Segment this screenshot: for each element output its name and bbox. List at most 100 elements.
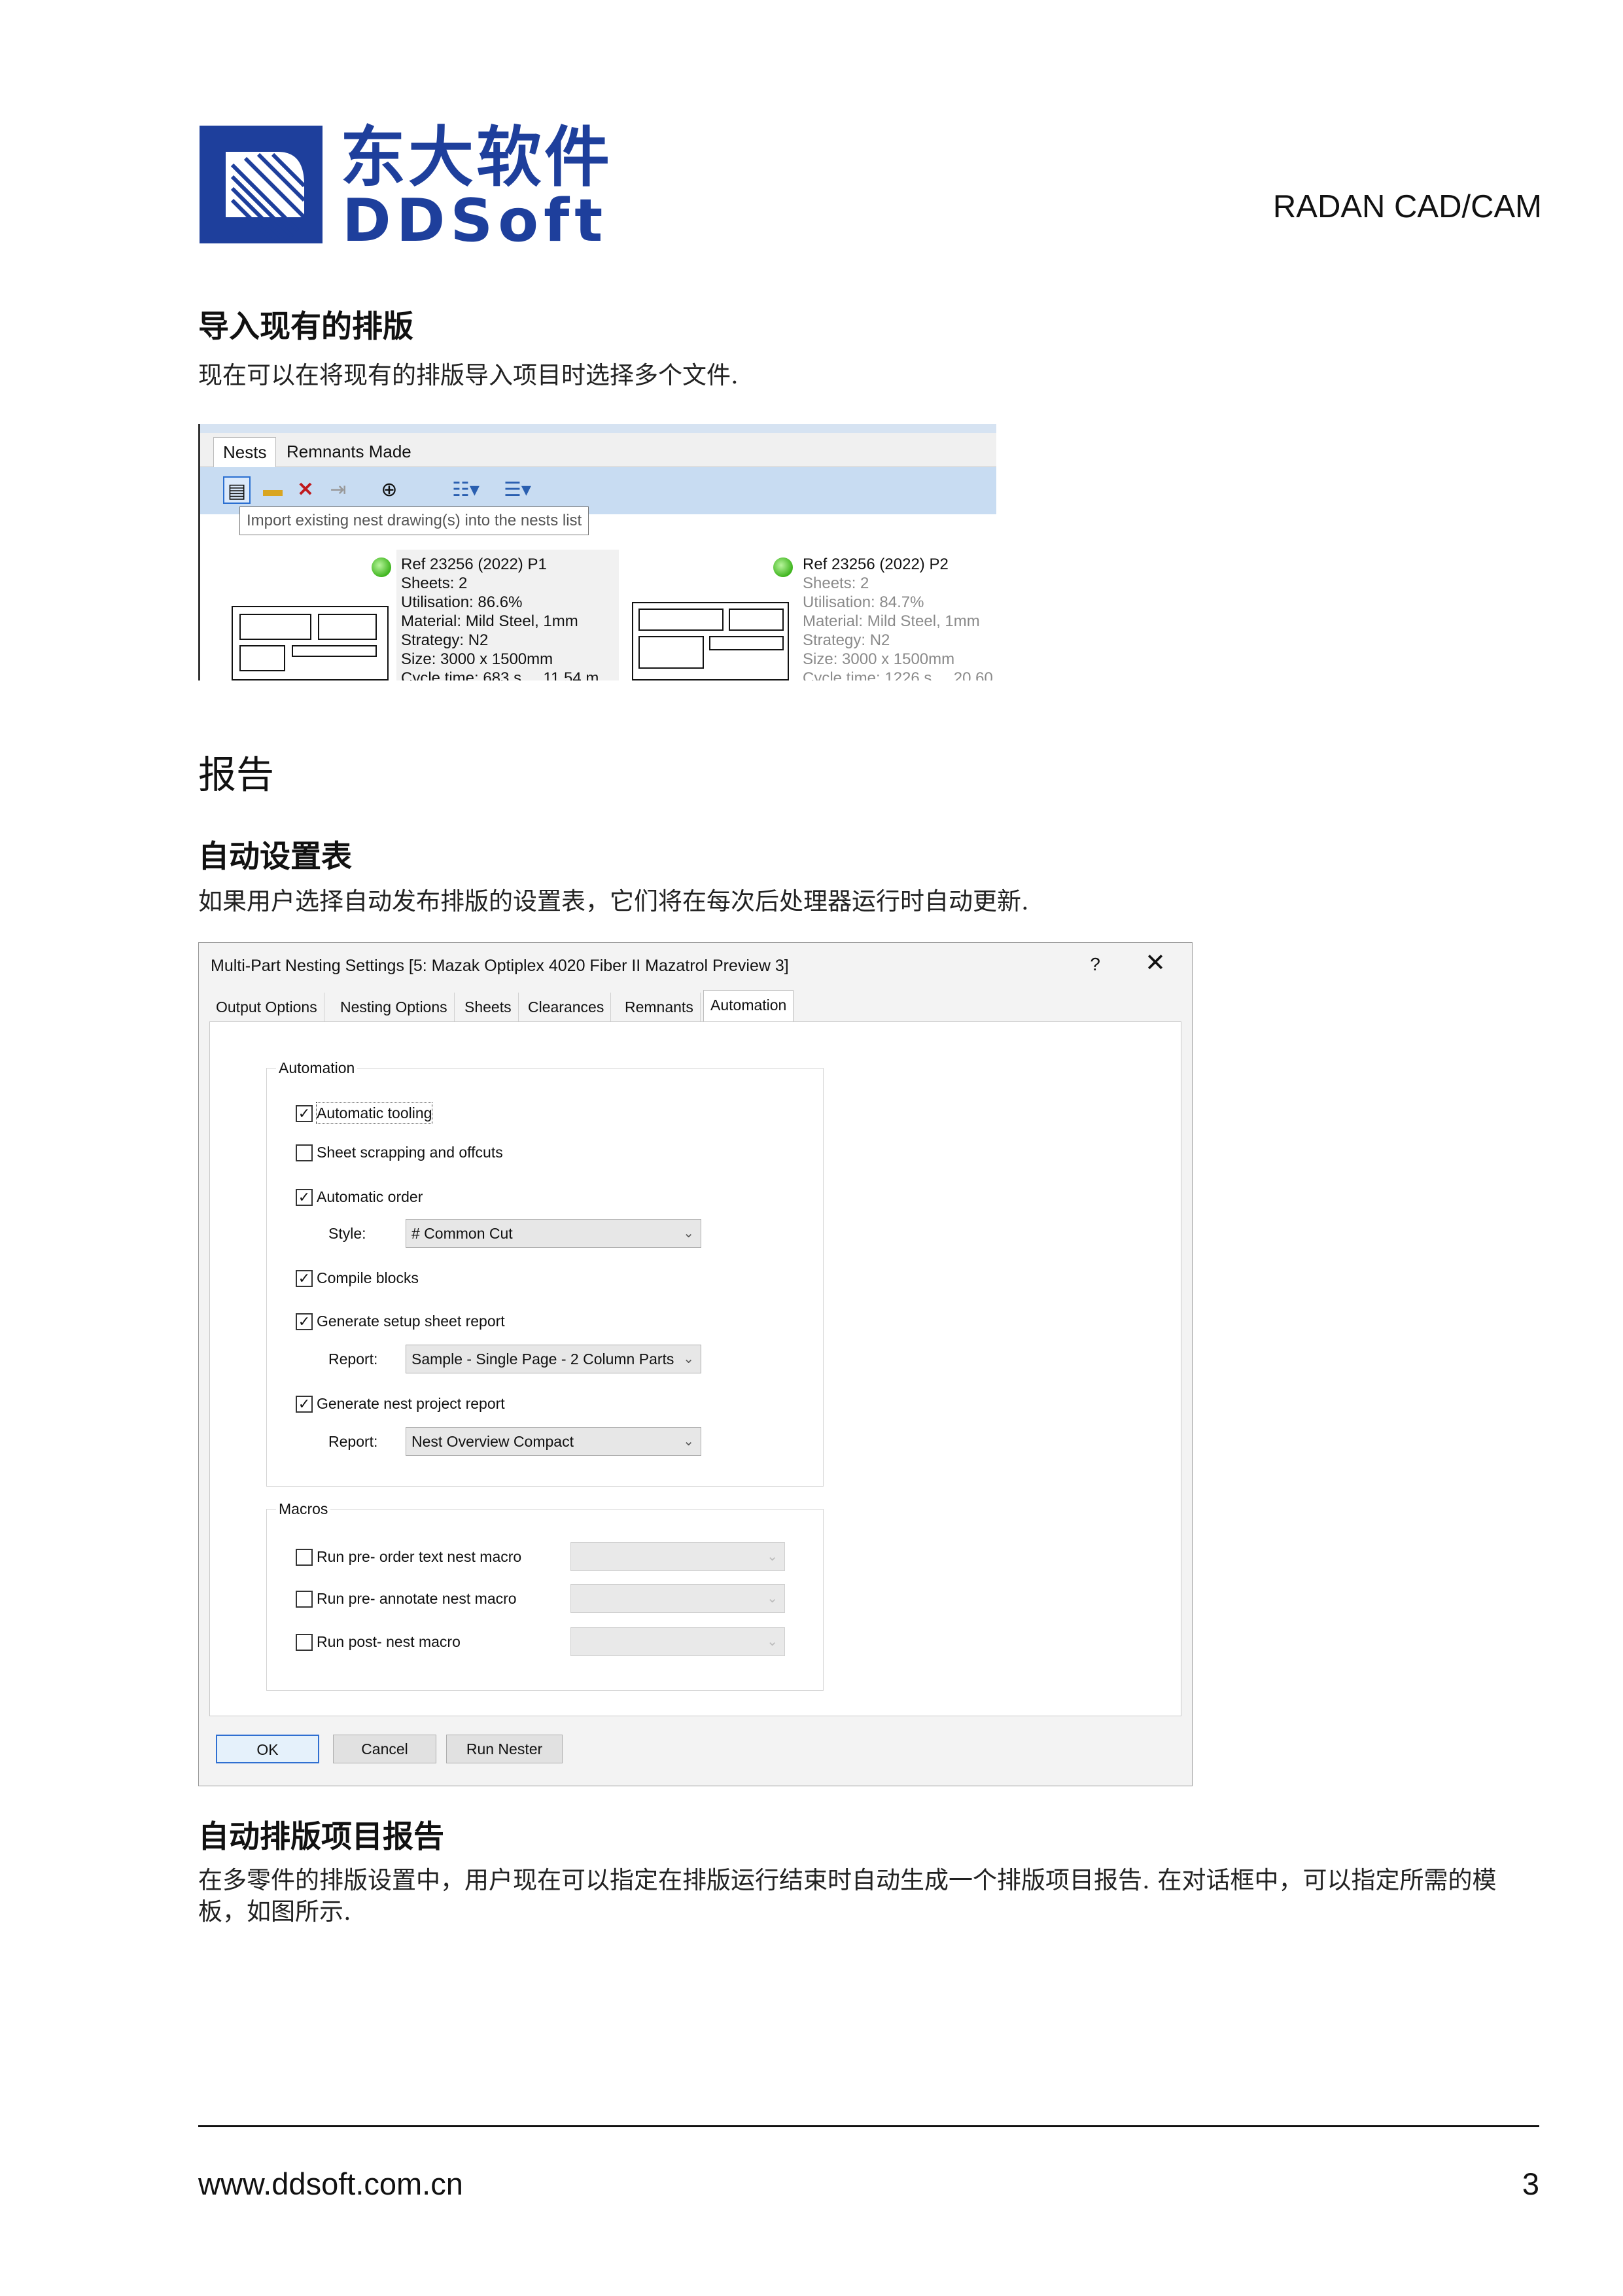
tab-automation[interactable]: Automation (703, 990, 794, 1021)
list-view-icon[interactable]: ☷▾ (446, 476, 485, 504)
sheet-scrapping-checkbox[interactable]: Sheet scrapping and offcuts (296, 1142, 623, 1163)
macros-group-label: Macros (276, 1499, 331, 1519)
setup-report-select[interactable]: Sample - Single Page - 2 Column Parts ⌄ (406, 1345, 701, 1373)
nest-ref: Ref 23256 (2022) P2 (803, 556, 949, 573)
section-text-auto-setup-sheet: 如果用户选择自动发布排版的设置表，它们将在每次后处理器运行时自动更新. (198, 887, 1029, 915)
tab-nesting-options[interactable]: Nesting Options (334, 993, 455, 1021)
checkbox-label: Run pre- annotate nest macro (317, 1590, 517, 1607)
pre-annotate-macro-select[interactable]: ⌄ (570, 1584, 785, 1613)
style-select-value: # Common Cut (411, 1225, 513, 1242)
section-heading-reports: 报告 (198, 752, 275, 797)
chevron-down-icon: ⌄ (767, 1634, 778, 1649)
post-nest-macro-checkbox[interactable]: Run post- nest macro (296, 1631, 570, 1652)
post-nest-macro-select[interactable]: ⌄ (570, 1627, 785, 1656)
nest-size: Size: 3000 x 1500mm (401, 650, 553, 668)
nest-project-report-checkbox[interactable]: ✓ Generate nest project report (296, 1393, 623, 1414)
checkbox-label: Generate nest project report (317, 1395, 505, 1412)
nest-utilisation: Utilisation: 86.6% (401, 593, 523, 611)
tab-remnants-made[interactable]: Remnants Made (277, 437, 421, 467)
nest-card-2[interactable]: Ref 23256 (2022) P2 Sheets: 2 Utilisatio… (773, 555, 996, 680)
nest-utilisation: Utilisation: 84.7% (803, 593, 924, 611)
pre-annotate-macro-checkbox[interactable]: Run pre- annotate nest macro (296, 1588, 570, 1609)
chevron-down-icon: ⌄ (683, 1434, 694, 1449)
tab-clearances[interactable]: Clearances (521, 993, 612, 1021)
footer-website[interactable]: www.ddsoft.com.cn (198, 2166, 463, 2202)
section-heading-auto-nest-report: 自动排版项目报告 (198, 1819, 444, 1855)
chevron-down-icon: ⌄ (683, 1226, 694, 1241)
nests-panel-tabs: Nests Remnants Made (200, 433, 996, 467)
help-button[interactable]: ? (1090, 953, 1100, 976)
chevron-down-icon: ⌄ (767, 1549, 778, 1564)
ddsoft-logo: 东大软件 DDSoft (200, 124, 610, 255)
tab-nests[interactable]: Nests (213, 437, 277, 467)
nest-material: Material: Mild Steel, 1mm (803, 612, 980, 630)
export-icon[interactable]: ⇥ (324, 476, 352, 504)
nest-status-green-icon (773, 557, 793, 577)
style-select[interactable]: # Common Cut ⌄ (406, 1219, 701, 1248)
checkbox-label: Compile blocks (317, 1269, 419, 1286)
header-product-name: RADAN CAD/CAM (1272, 189, 1542, 224)
nest-sheets: Sheets: 2 (803, 574, 869, 592)
nest-thumbnail-1 (232, 606, 389, 680)
chevron-down-icon: ⌄ (683, 1352, 694, 1366)
nest-cycle-time: Cycle time: 683 s ... 11.54 m (401, 669, 599, 680)
pre-order-macro-checkbox[interactable]: Run pre- order text nest macro (296, 1546, 570, 1567)
automation-group: Automation ✓ Automatic tooling Sheet scr… (266, 1058, 824, 1487)
setup-report-select-value: Sample - Single Page - 2 Column Parts (411, 1351, 674, 1368)
nest-report-select-value: Nest Overview Compact (411, 1433, 574, 1450)
checkbox-label: Run post- nest macro (317, 1633, 461, 1650)
open-folder-icon[interactable]: ▬ (259, 476, 287, 504)
section-text-auto-nest-report: 在多零件的排版设置中，用户现在可以指定在排版运行结束时自动生成一个排版项目报告.… (198, 1866, 1497, 1926)
automatic-tooling-checkbox[interactable]: ✓ Automatic tooling (296, 1102, 557, 1124)
close-icon[interactable]: ✕ (1145, 949, 1166, 977)
setup-sheet-report-checkbox[interactable]: ✓ Generate setup sheet report (296, 1311, 623, 1332)
compile-blocks-checkbox[interactable]: ✓ Compile blocks (296, 1267, 557, 1288)
checkbox-checked-icon[interactable]: ✓ (296, 1396, 313, 1413)
automation-group-label: Automation (276, 1058, 358, 1078)
chevron-down-icon: ⌄ (767, 1591, 778, 1606)
logo-english-name: DDSoft (342, 186, 608, 255)
ok-button[interactable]: OK (216, 1735, 319, 1763)
setup-report-label: Report: (328, 1351, 378, 1368)
target-icon[interactable]: ⊕ (375, 476, 403, 504)
nest-card-1[interactable]: Ref 23256 (2022) P1 Sheets: 2 Utilisatio… (372, 555, 620, 680)
nest-ref: Ref 23256 (2022) P1 (401, 556, 547, 573)
logo-chinese-name: 东大软件 (340, 118, 612, 196)
checkbox-label: Automatic tooling (315, 1102, 433, 1124)
checkbox-checked-icon[interactable]: ✓ (296, 1105, 313, 1122)
automatic-order-checkbox[interactable]: ✓ Automatic order (296, 1186, 557, 1207)
nest-thumbnail-2 (632, 602, 789, 680)
import-tooltip: Import existing nest drawing(s) into the… (239, 506, 589, 535)
delete-icon[interactable]: ✕ (292, 476, 319, 504)
nest-strategy: Strategy: N2 (803, 631, 890, 649)
automation-tab-panel: Automation ✓ Automatic tooling Sheet scr… (209, 1021, 1181, 1716)
nests-panel-screenshot: Nests Remnants Made ▤ ▬ ✕ ⇥ ⊕ ☷▾ ☰▾ Impo… (198, 424, 996, 680)
checkbox-unchecked-icon[interactable] (296, 1634, 313, 1651)
checkbox-checked-icon[interactable]: ✓ (296, 1189, 313, 1206)
nest-size: Size: 3000 x 1500mm (803, 650, 955, 668)
pre-order-macro-select[interactable]: ⌄ (570, 1542, 785, 1571)
checkbox-unchecked-icon[interactable] (296, 1549, 313, 1566)
style-label: Style: (328, 1225, 366, 1242)
tab-output-options[interactable]: Output Options (209, 993, 324, 1021)
section-text-import-nests: 现在可以在将现有的排版导入项目时选择多个文件. (198, 361, 739, 389)
section-heading-import-nests: 导入现有的排版 (198, 309, 413, 345)
run-nester-button[interactable]: Run Nester (446, 1735, 563, 1763)
checkbox-unchecked-icon[interactable] (296, 1591, 313, 1608)
nest-report-label: Report: (328, 1433, 378, 1450)
dialog-title: Multi-Part Nesting Settings [5: Mazak Op… (211, 957, 789, 975)
checkbox-label: Automatic order (317, 1188, 423, 1205)
nest-cycle-time: Cycle time: 1226 s ... 20.60 m (803, 669, 996, 680)
checkbox-checked-icon[interactable]: ✓ (296, 1270, 313, 1287)
panel-top-strip (200, 424, 996, 433)
details-view-icon[interactable]: ☰▾ (498, 476, 537, 504)
cancel-button[interactable]: Cancel (333, 1735, 436, 1763)
tab-remnants[interactable]: Remnants (618, 993, 701, 1021)
nest-report-select[interactable]: Nest Overview Compact ⌄ (406, 1427, 701, 1456)
checkbox-unchecked-icon[interactable] (296, 1144, 313, 1161)
checkbox-checked-icon[interactable]: ✓ (296, 1313, 313, 1330)
tab-sheets[interactable]: Sheets (458, 993, 519, 1021)
import-nest-icon[interactable]: ▤ (223, 476, 251, 504)
footer-divider (198, 2125, 1539, 2127)
nesting-settings-dialog: Multi-Part Nesting Settings [5: Mazak Op… (198, 942, 1193, 1786)
